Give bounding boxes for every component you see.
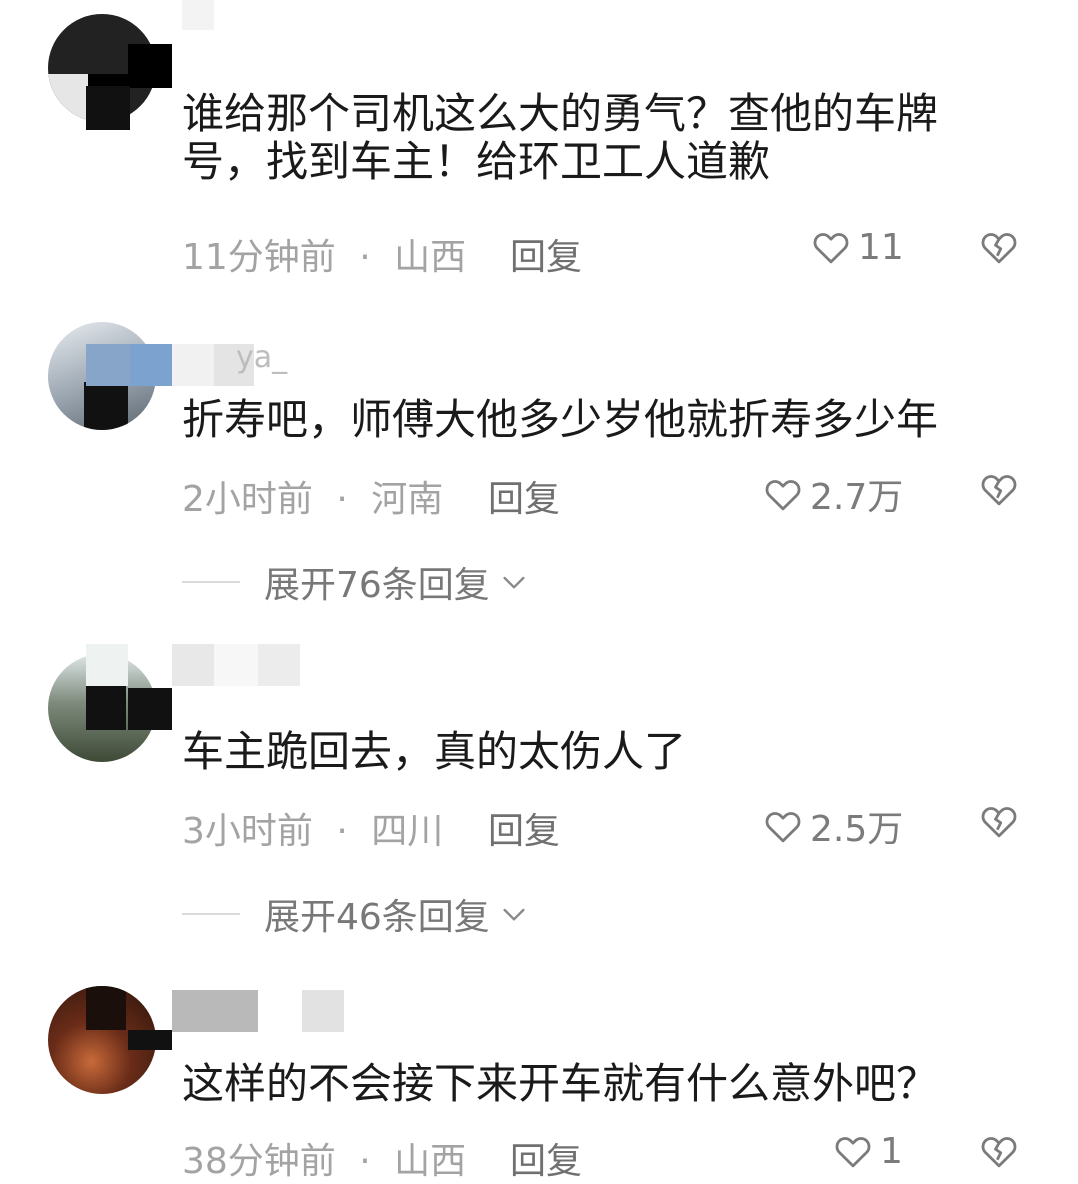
heart-outline-icon	[835, 1137, 871, 1168]
avatar-blur-block	[128, 1030, 172, 1050]
comment-time: 38分钟前	[182, 1141, 336, 1182]
meta-separator: ·	[359, 1141, 371, 1182]
username-blur	[172, 990, 258, 1032]
comment-item: 这样的不会接下来开车就有什么意外吧？ 38分钟前 · 山西 回复 1	[0, 0, 1078, 1182]
comment-meta: 38分钟前 · 山西	[182, 1132, 466, 1184]
like-count: 1	[880, 1130, 903, 1172]
like-button[interactable]: 1	[832, 1130, 903, 1172]
comment-text: 这样的不会接下来开车就有什么意外吧？	[182, 1059, 939, 1108]
broken-heart-icon[interactable]	[978, 1130, 1020, 1172]
comment-location: 山西	[394, 1141, 467, 1182]
username-blur	[302, 990, 344, 1032]
reply-button[interactable]: 回复	[510, 1132, 582, 1184]
